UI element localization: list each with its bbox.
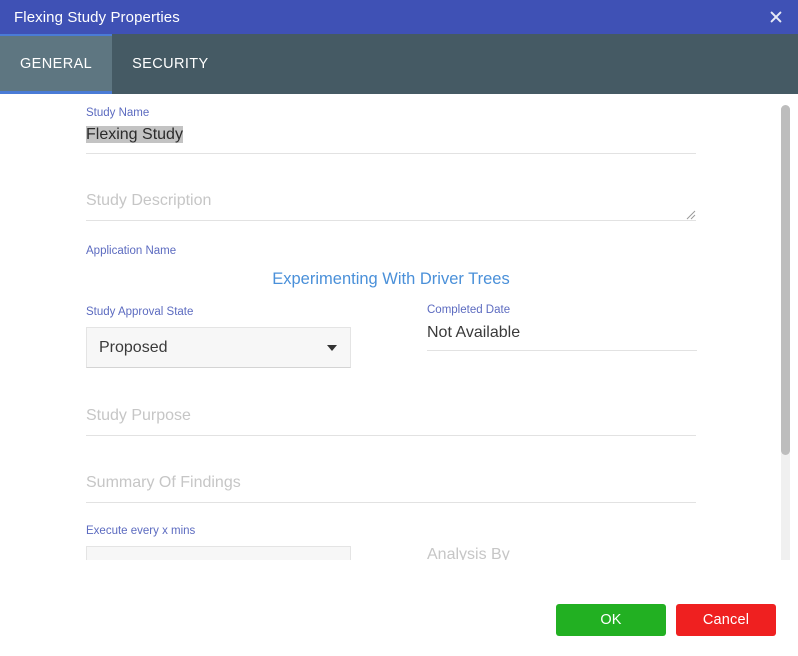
field-study-purpose: Study Purpose	[86, 405, 696, 436]
close-icon[interactable]	[764, 5, 788, 29]
study-name-underline	[86, 153, 696, 154]
study-name-input[interactable]: Flexing Study	[86, 124, 696, 146]
study-purpose-underline	[86, 435, 696, 436]
vertical-scrollbar-track[interactable]	[781, 105, 790, 565]
study-approval-state-label: Study Approval State	[86, 306, 194, 318]
ok-button[interactable]: OK	[556, 604, 666, 636]
tab-security[interactable]: SECURITY	[112, 34, 229, 94]
study-purpose-input[interactable]: Study Purpose	[86, 405, 696, 427]
field-study-approval-state: Study Approval State Proposed	[86, 305, 351, 368]
field-application-name: Application Name Experimenting With Driv…	[86, 244, 696, 289]
tab-security-label: SECURITY	[132, 56, 209, 72]
study-name-value: Flexing Study	[86, 126, 183, 143]
dialog-title: Flexing Study Properties	[14, 8, 180, 26]
field-completed-date: Completed Date Not Available	[427, 303, 697, 351]
application-name-link[interactable]: Experimenting With Driver Trees	[86, 270, 696, 289]
completed-date-underline	[427, 350, 697, 351]
cancel-button[interactable]: Cancel	[676, 604, 776, 636]
study-approval-state-value: Proposed	[99, 338, 168, 356]
summary-of-findings-input[interactable]: Summary Of Findings	[86, 472, 696, 494]
execute-every-x-mins-label: Execute every x mins	[86, 525, 196, 537]
field-analysis-by: Analysis By	[427, 544, 697, 560]
tab-general[interactable]: GENERAL	[0, 34, 113, 94]
dialog-content: Study Name Flexing Study Study Descripti…	[0, 94, 798, 560]
dialog-tabbar: GENERAL SECURITY	[0, 34, 798, 94]
resize-grip-icon[interactable]	[684, 207, 696, 220]
summary-of-findings-underline	[86, 502, 696, 503]
study-description-underline	[86, 220, 696, 221]
study-approval-state-select[interactable]: Proposed	[86, 327, 351, 368]
study-properties-dialog: Flexing Study Properties GENERAL SECURIT…	[0, 0, 798, 656]
study-description-input[interactable]: Study Description	[86, 190, 696, 212]
tab-general-label: GENERAL	[20, 56, 93, 72]
study-name-label: Study Name	[86, 107, 150, 119]
application-name-label: Application Name	[86, 245, 177, 257]
analysis-by-input[interactable]: Analysis By	[427, 544, 697, 560]
field-summary-of-findings: Summary Of Findings	[86, 472, 696, 503]
completed-date-label: Completed Date	[427, 304, 511, 316]
chevron-down-icon	[327, 344, 337, 351]
execute-every-x-mins-select[interactable]	[86, 546, 351, 560]
field-study-description: Study Description	[86, 190, 696, 221]
vertical-scrollbar-thumb[interactable]	[781, 105, 790, 455]
dialog-footer: OK Cancel	[0, 560, 798, 656]
dialog-titlebar: Flexing Study Properties	[0, 0, 798, 34]
field-execute-every-x-mins: Execute every x mins	[86, 524, 351, 560]
completed-date-value[interactable]: Not Available	[427, 322, 697, 344]
field-study-name: Study Name Flexing Study	[86, 106, 696, 154]
